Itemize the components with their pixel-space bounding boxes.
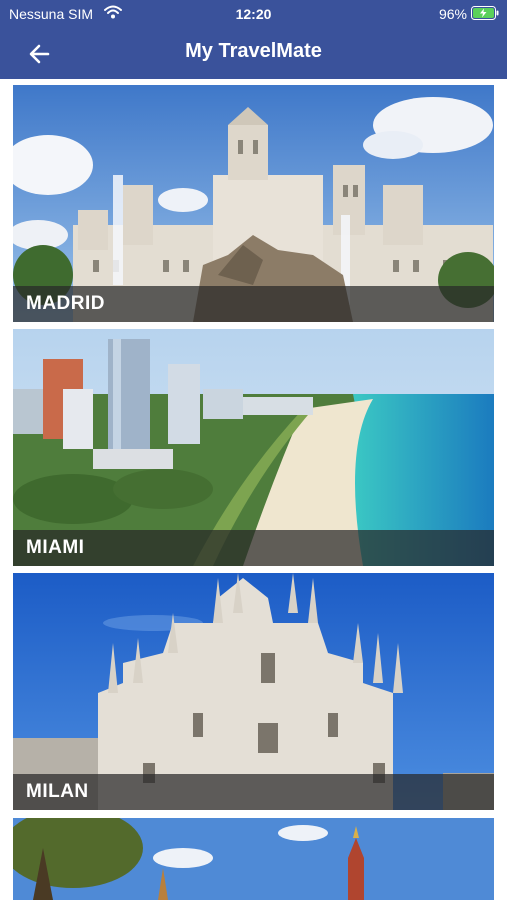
destination-label-bar: MILAN (13, 774, 494, 810)
destination-name: MADRID (26, 293, 105, 314)
battery-percent: 96% (438, 6, 467, 22)
navigation-bar: My TravelMate (0, 28, 507, 79)
page-title: My TravelMate (185, 40, 322, 62)
battery-charging-icon (471, 6, 499, 23)
destination-card-milan[interactable]: MILAN (13, 573, 494, 810)
destination-list[interactable]: MADRID MIAMI MILAN (0, 79, 507, 900)
moscow-photo (13, 818, 494, 900)
status-bar: Nessuna SIM 12:20 96% (0, 0, 507, 28)
destination-card-partial[interactable] (13, 818, 494, 900)
destination-card-madrid[interactable]: MADRID (13, 85, 494, 322)
clock: 12:20 (235, 6, 272, 22)
destination-label-bar: MIAMI (13, 530, 494, 566)
destination-label-bar: MADRID (13, 286, 494, 322)
destination-name: MILAN (26, 781, 89, 802)
destination-card-miami[interactable]: MIAMI (13, 329, 494, 566)
top-bar: Nessuna SIM 12:20 96% My TravelMate (0, 0, 507, 79)
destination-name: MIAMI (26, 537, 85, 558)
